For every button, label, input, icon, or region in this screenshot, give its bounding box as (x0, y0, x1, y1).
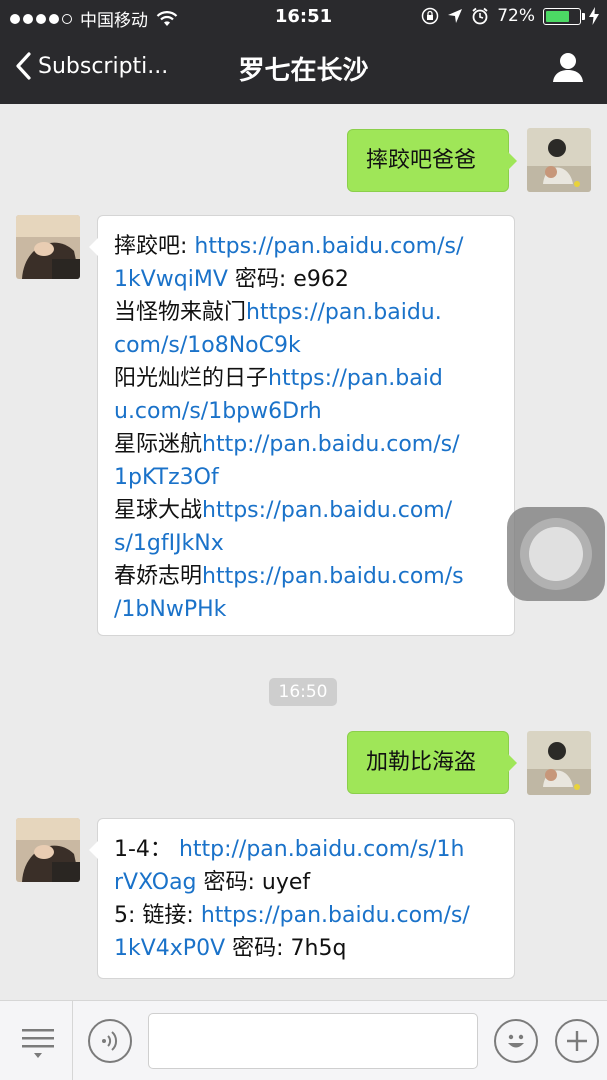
share-link[interactable]: https://pan.baidu.com/ (202, 498, 452, 523)
plus-button[interactable] (555, 1019, 599, 1063)
header: 中国移动 16:51 72% Subscripti... 罗七在长沙 (0, 0, 607, 104)
share-link[interactable]: https://pan.baid (268, 366, 443, 391)
message-text: 摔跤吧爸爸 (366, 148, 477, 173)
message-line: /1bNwPHk (114, 593, 498, 626)
emoji-button[interactable] (494, 1019, 538, 1063)
timestamp-pill: 16:50 (269, 678, 337, 706)
back-label: Subscripti... (38, 53, 169, 79)
status-bar: 中国移动 16:51 72% (0, 0, 607, 34)
message-line: s/1gfIJkNx (114, 527, 498, 560)
person-icon (553, 53, 583, 82)
message-bubble-received[interactable]: 1-4： http://pan.baidu.com/s/1h rVXOag 密码… (89, 818, 515, 979)
menu-list-icon (22, 1029, 54, 1058)
my-avatar[interactable] (527, 128, 591, 192)
toolbar-divider (72, 1001, 73, 1080)
message-line: 1kV4xP0V 密码: 7h5q (114, 936, 347, 961)
message-line: 5: 链接: https://pan.baidu.com/s/ (114, 903, 470, 928)
contact-avatar[interactable] (16, 215, 80, 279)
emoji-icon (508, 1034, 524, 1048)
message-line: 1-4： http://pan.baidu.com/s/1h (114, 837, 465, 862)
battery-level (546, 10, 570, 22)
message-bubble-received[interactable]: 摔跤吧: https://pan.baidu.com/s/ 1kVwqiMV 密… (89, 215, 515, 636)
message-line: 星际迷航http://pan.baidu.com/s/ (114, 432, 460, 457)
back-button[interactable]: Subscripti... (14, 52, 168, 80)
nav-bar: Subscripti... 罗七在长沙 (0, 34, 607, 104)
charging-icon (589, 7, 599, 25)
share-link[interactable]: s/1gfIJkNx (114, 531, 224, 556)
message-line: u.com/s/1bpw6Drh (114, 395, 498, 428)
alarm-icon (472, 7, 488, 25)
menu-button[interactable] (20, 1025, 56, 1061)
plus-icon (567, 1031, 587, 1051)
share-link[interactable]: rVXOag (114, 870, 197, 895)
message-line: 当怪物来敲门https://pan.baidu. (114, 300, 442, 325)
battery-icon (543, 7, 585, 25)
message-line: 阳光灿烂的日子https://pan.baid (114, 366, 443, 391)
message-text: 加勒比海盗 (366, 750, 477, 775)
share-link[interactable]: https://pan.baidu.com/s/ (194, 234, 463, 259)
share-link[interactable]: 1pKTz3Of (114, 465, 219, 490)
input-toolbar (0, 1000, 607, 1080)
contact-avatar[interactable] (16, 818, 80, 882)
message-line: 星球大战https://pan.baidu.com/ (114, 498, 453, 523)
message-line: 1kVwqiMV 密码: e962 (114, 267, 349, 292)
profile-button[interactable] (551, 50, 585, 84)
message-line: 1pKTz3Of (114, 461, 498, 494)
share-link[interactable]: https://pan.baidu. (246, 300, 442, 325)
avatar-image (16, 215, 80, 279)
share-link[interactable]: http://pan.baidu.com/s/1h (179, 837, 464, 862)
rotation-lock-icon (421, 7, 439, 25)
assistive-touch-button[interactable] (507, 507, 605, 601)
share-link[interactable]: https://pan.baidu.com/s (202, 564, 464, 589)
voice-icon (102, 1031, 118, 1051)
share-link[interactable]: 1kV4xP0V (114, 936, 225, 961)
chevron-left-icon (16, 52, 31, 80)
chat-area[interactable]: 摔跤吧爸爸 摔跤吧: https://pan.baidu.com/s/ 1kVw… (0, 104, 607, 1000)
battery-percent: 72% (497, 6, 535, 26)
status-right: 72% (421, 6, 599, 26)
voice-button[interactable] (88, 1019, 132, 1063)
message-bubble-sent[interactable]: 加勒比海盗 (347, 731, 517, 794)
share-link[interactable]: https://pan.baidu.com/s/ (201, 903, 470, 928)
share-link[interactable]: /1bNwPHk (114, 597, 226, 622)
share-link[interactable]: 1kVwqiMV (114, 267, 228, 292)
message-bubble-sent[interactable]: 摔跤吧爸爸 (347, 129, 517, 192)
share-link[interactable]: u.com/s/1bpw6Drh (114, 399, 322, 424)
message-line: com/s/1o8NoC9k (114, 329, 498, 362)
share-link[interactable]: com/s/1o8NoC9k (114, 333, 301, 358)
share-link[interactable]: http://pan.baidu.com/s/ (202, 432, 460, 457)
location-icon (448, 9, 463, 23)
message-line: 摔跤吧: https://pan.baidu.com/s/ (114, 234, 464, 259)
assistive-ring-inner (529, 527, 583, 581)
my-avatar[interactable] (527, 731, 591, 795)
message-line: rVXOag 密码: uyef (114, 870, 311, 895)
avatar-image (16, 818, 80, 882)
message-line: 春娇志明https://pan.baidu.com/s (114, 564, 464, 589)
avatar-image (527, 128, 591, 192)
message-input[interactable] (148, 1013, 478, 1069)
avatar-image (527, 731, 591, 795)
